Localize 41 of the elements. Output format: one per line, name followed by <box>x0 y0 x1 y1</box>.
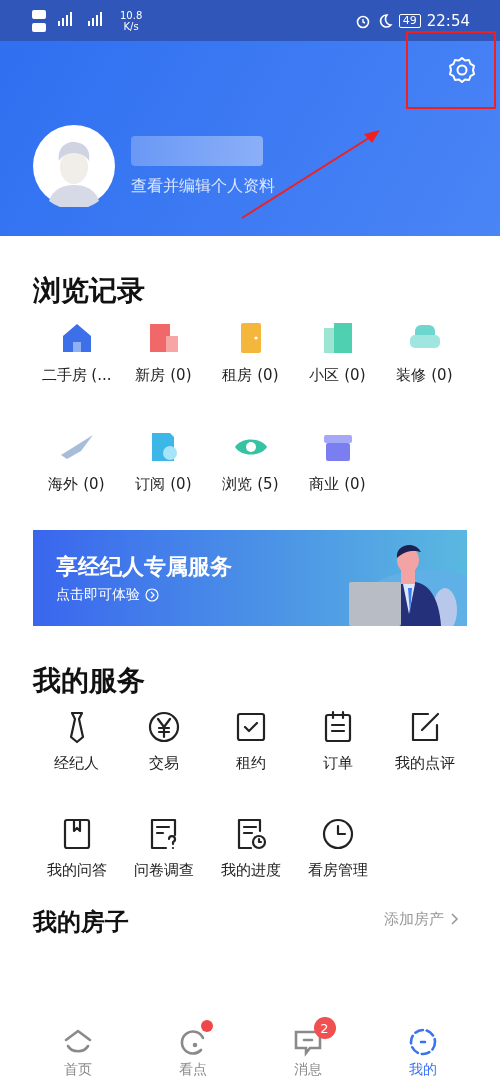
category-label: 商业 (0) <box>309 475 366 494</box>
category-label: 小区 (0) <box>309 366 366 385</box>
banner-title: 享经纪人专属服务 <box>56 553 232 581</box>
section-title: 浏览记录 <box>32 273 146 309</box>
category-label: 租房 (0) <box>222 366 279 385</box>
chevron-icon <box>145 588 159 602</box>
service-label: 订单 <box>322 754 353 773</box>
category-label: 海外 (0) <box>48 475 105 494</box>
edit-profile-link[interactable]: 查看并编辑个人资料 <box>131 175 275 197</box>
avatar[interactable] <box>33 125 115 207</box>
unread-badge: 2 <box>313 1017 336 1039</box>
service-label: 经纪人 <box>54 754 99 773</box>
service-icon[interactable] <box>146 710 181 744</box>
category-label: 浏览 (5) <box>222 475 279 494</box>
speed-unit: K/s <box>123 20 139 32</box>
service-label: 问卷调查 <box>133 861 194 880</box>
category-label: 装修 (0) <box>396 366 453 385</box>
nav-tab[interactable]: 2 消息 <box>269 1014 346 1084</box>
nav-tab[interactable]: 首页 <box>39 1014 116 1084</box>
clock-time: 22:54 <box>426 11 470 30</box>
service-label: 交易 <box>148 754 179 773</box>
add-property-link[interactable]: 添加房产 <box>384 889 444 929</box>
category-label: 新房 (0) <box>135 366 192 385</box>
service-label: 我的进度 <box>220 861 281 880</box>
network-speed: 10.8 <box>120 9 143 21</box>
banner-subtitle: 点击即可体验 <box>56 586 140 604</box>
section-title: 我的房子 <box>32 907 130 938</box>
service-label: 看房管理 <box>307 861 368 880</box>
battery-level: 49 <box>398 13 421 28</box>
nav-tab[interactable]: 看点 <box>154 1014 231 1084</box>
section-title: 我的服务 <box>31 663 146 699</box>
settings-icon[interactable] <box>447 55 477 85</box>
service-label: 租约 <box>235 754 266 773</box>
service-label: 我的问答 <box>46 861 107 880</box>
promo-banner[interactable]: 享经纪人专属服务 点击即可体验 <box>33 530 467 626</box>
service-icon[interactable] <box>320 817 355 851</box>
service-label: 我的点评 <box>394 754 455 773</box>
chevron-icon <box>450 912 460 926</box>
category-label: 订阅 (0) <box>135 475 192 494</box>
nav-tab[interactable]: 我的 <box>384 1014 461 1084</box>
category-label: 二手房 (... <box>41 366 112 385</box>
